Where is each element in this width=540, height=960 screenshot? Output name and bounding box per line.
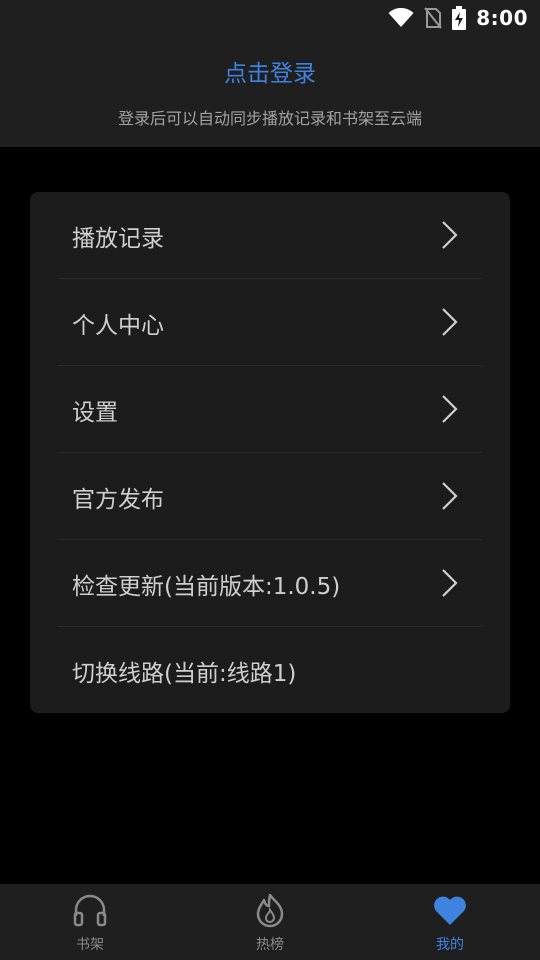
chevron-right-icon [442,308,458,336]
tab-label: 热榜 [256,937,284,953]
chevron-right-icon [442,221,458,249]
status-bar: 8:00 [0,0,540,36]
settings-menu: 播放记录 个人中心 设置 官方发布 检查更新(当前版本:1.0.5) 切换线路( [30,192,510,713]
menu-item-label: 切换线路(当前:线路1) [72,660,297,687]
menu-item-label: 检查更新(当前版本:1.0.5) [72,573,341,600]
tab-label: 书架 [76,937,104,953]
no-sim-icon [424,7,443,29]
tab-mine[interactable]: 我的 [360,884,540,960]
menu-item-switch-line[interactable]: 切换线路(当前:线路1) [30,627,510,714]
flame-icon [256,893,284,928]
chevron-right-icon [442,482,458,510]
menu-item-check-update[interactable]: 检查更新(当前版本:1.0.5) [30,540,510,627]
menu-item-label: 官方发布 [72,486,164,513]
battery-charging-icon [452,6,467,30]
menu-item-label: 设置 [72,399,118,426]
menu-item-personal-center[interactable]: 个人中心 [30,279,510,366]
wifi-icon [388,8,414,27]
tab-hot-list[interactable]: 热榜 [180,884,360,960]
heart-icon [434,896,466,925]
headphones-icon [73,894,107,927]
status-time: 8:00 [476,6,528,30]
menu-item-settings[interactable]: 设置 [30,366,510,453]
tab-bookshelf[interactable]: 书架 [0,884,180,960]
chevron-right-icon [442,569,458,597]
menu-item-label: 个人中心 [72,312,164,339]
bottom-tab-bar: 书架 热榜 我的 [0,884,540,960]
tab-label: 我的 [436,937,464,953]
login-header: 点击登录 登录后可以自动同步播放记录和书架至云端 [0,36,540,147]
menu-item-play-history[interactable]: 播放记录 [30,192,510,279]
menu-item-label: 播放记录 [72,225,164,252]
login-subtitle: 登录后可以自动同步播放记录和书架至云端 [117,109,422,128]
chevron-right-icon [442,395,458,423]
menu-item-official-release[interactable]: 官方发布 [30,453,510,540]
status-icons: 8:00 [388,6,528,30]
login-button[interactable]: 点击登录 [0,54,540,88]
